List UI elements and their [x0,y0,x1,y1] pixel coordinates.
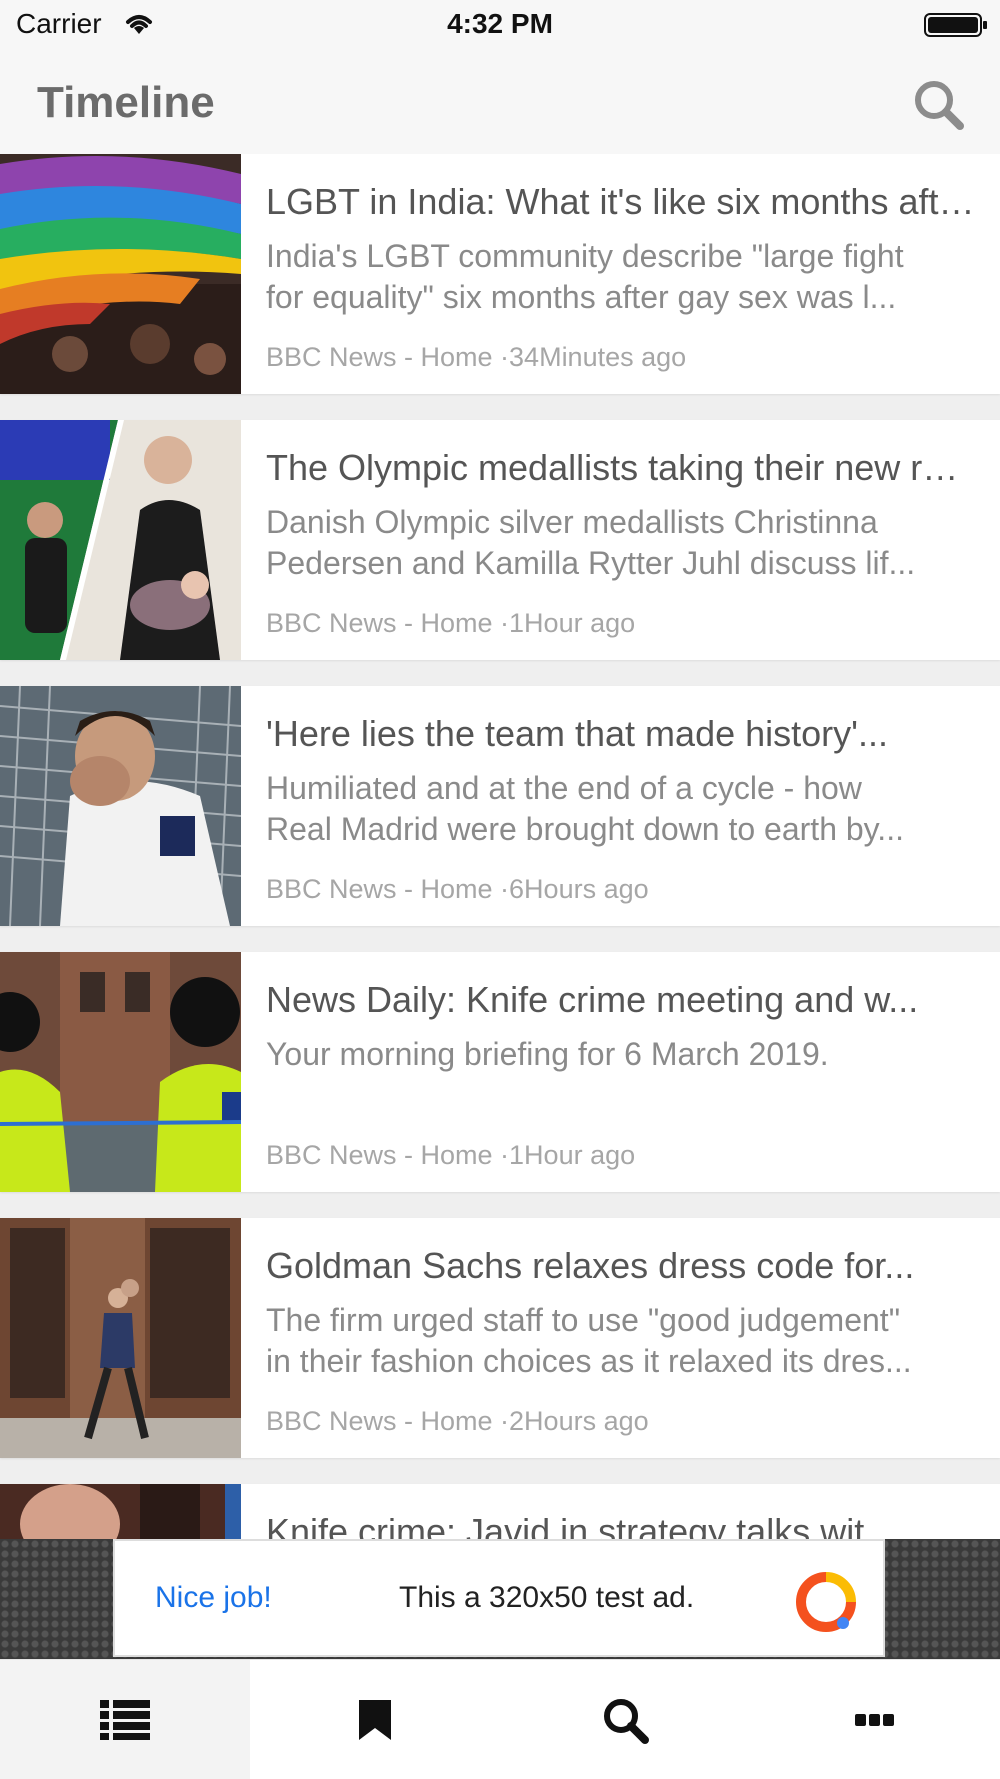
ad-banner[interactable]: Nice job! This a 320x50 test ad. [113,1539,885,1657]
article-meta: BBC News - Home ·6Hours ago [266,874,649,904]
article-summary-line: Danish Olympic silver medallists Christi… [266,504,878,540]
bookmark-icon [359,1699,391,1740]
news-card[interactable]: 'Here lies the team that made history'..… [0,686,1000,926]
article-summary-line: Your morning briefing for 6 March 2019. [266,1036,829,1072]
article-meta: BBC News - Home ·2Hours ago [266,1406,649,1436]
news-card[interactable]: LGBT in India: What it's like six months… [0,154,1000,394]
article-thumbnail [0,154,241,394]
article-thumbnail [0,952,241,1192]
news-card[interactable]: The Olympic medallists taking their new … [0,420,1000,660]
article-thumbnail [0,1218,241,1458]
article-title[interactable]: The Olympic medallists taking their new … [266,446,976,490]
article-meta: BBC News - Home ·1Hour ago [266,608,636,638]
article-summary: India's LGBT community describe "large f… [266,236,976,318]
navigation-header: Timeline [0,50,1000,154]
list-icon [100,1699,150,1740]
battery-icon [924,13,987,37]
news-card[interactable]: Knife crime: Javid in strategy talks wit [0,1484,1000,1539]
article-summary: The firm urged staff to use "good judgem… [266,1300,976,1382]
article-title[interactable]: LGBT in India: What it's like six months… [266,180,976,224]
article-summary: Danish Olympic silver medallists Christi… [266,502,976,584]
status-bar: Carrier 4:32 PM [0,0,1000,50]
article-thumbnail [0,686,241,926]
article-title[interactable]: 'Here lies the team that made history'..… [266,712,976,756]
news-card[interactable]: Goldman Sachs relaxes dress code for... … [0,1218,1000,1458]
ad-logo-icon [796,1572,856,1632]
article-summary-line: for equality" six months after gay sex w… [266,279,897,315]
article-summary: Humiliated and at the end of a cycle - h… [266,768,976,850]
search-icon[interactable] [912,78,966,132]
article-summary-line: India's LGBT community describe "large f… [266,238,904,274]
article-summary-line: Pedersen and Kamilla Rytter Juhl discuss… [266,545,916,581]
article-title[interactable]: Knife crime: Javid in strategy talks wit [266,1510,976,1539]
article-summary-line: The firm urged staff to use "good judgem… [266,1302,901,1338]
tab-bookmarks[interactable] [250,1660,500,1779]
article-summary: Your morning briefing for 6 March 2019. [266,1034,976,1116]
article-meta: BBC News - Home ·34Minutes ago [266,342,687,372]
article-summary-line: in their fashion choices as it relaxed i… [266,1343,912,1379]
article-thumbnail [0,420,241,660]
article-summary-line: Real Madrid were brought down to earth b… [266,811,904,847]
article-meta: BBC News - Home ·1Hour ago [266,1140,636,1170]
ad-cta[interactable]: Nice job! [155,1581,272,1615]
ad-text: This a 320x50 test ad. [399,1581,695,1614]
search-icon [604,1698,649,1744]
article-title[interactable]: Goldman Sachs relaxes dress code for... [266,1244,976,1288]
more-icon [855,1713,894,1726]
page-title: Timeline [37,78,215,127]
article-summary-line: Humiliated and at the end of a cycle - h… [266,770,862,806]
timeline-list[interactable]: LGBT in India: What it's like six months… [0,154,1000,1539]
tab-more[interactable] [750,1660,1000,1779]
clock-label: 4:32 PM [447,8,553,39]
article-thumbnail [0,1484,241,1539]
tab-timeline[interactable] [0,1660,250,1779]
article-title[interactable]: News Daily: Knife crime meeting and w... [266,978,976,1022]
news-card[interactable]: News Daily: Knife crime meeting and w...… [0,952,1000,1192]
tab-bar [0,1659,1000,1779]
tab-search[interactable] [500,1660,750,1779]
